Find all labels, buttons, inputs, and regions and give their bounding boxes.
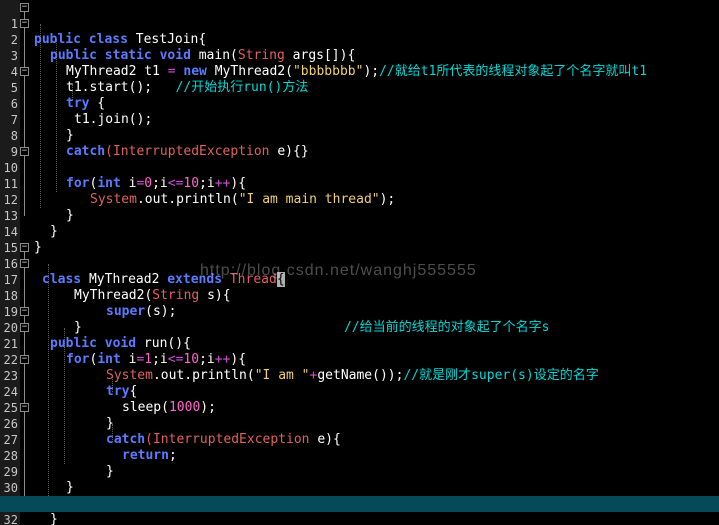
code-line[interactable]: 13 } bbox=[0, 192, 719, 239]
code-line[interactable]: 24 sleep(1000); bbox=[0, 368, 719, 415]
code-line[interactable]: 1 public class TestJoin{ bbox=[0, 0, 719, 47]
line-number: 32 bbox=[3, 513, 18, 525]
code-line[interactable]: 15 bbox=[0, 224, 719, 255]
code-line[interactable]: 19 } bbox=[0, 288, 719, 335]
code-line[interactable]: 5 try { bbox=[0, 64, 719, 111]
code-line[interactable]: 11 System.out.println("I am main thread"… bbox=[0, 160, 719, 207]
code-line[interactable]: 9 bbox=[0, 128, 719, 159]
code-line[interactable]: 8 catch(InterruptedException e){} bbox=[0, 112, 719, 159]
code-line[interactable]: 12 } bbox=[0, 176, 719, 223]
code-line[interactable]: 28 } bbox=[0, 432, 719, 479]
code-editor[interactable]: − − − − − − − − − − 1 public class TestJ… bbox=[0, 0, 719, 525]
code-line[interactable]: 30 bbox=[0, 464, 719, 495]
code-line[interactable]: 31 } bbox=[0, 480, 719, 525]
code-line[interactable]: 26 catch(InterruptedException e){ bbox=[0, 400, 719, 447]
current-code-line[interactable]: 32 } bbox=[0, 496, 719, 525]
code-line[interactable]: 3 MyThread2 t1 = new MyThread2("bbbbbbb"… bbox=[0, 32, 719, 79]
code-line[interactable]: 6 t1.join(); bbox=[0, 80, 719, 127]
code-text: } bbox=[50, 512, 58, 525]
code-line[interactable]: 22 System.out.println("I am "+getName())… bbox=[0, 336, 719, 383]
code-line[interactable]: 23 try{ bbox=[0, 352, 719, 399]
code-line[interactable]: 14 } bbox=[0, 208, 719, 255]
code-line[interactable]: 2 public static void main(String args[])… bbox=[0, 16, 719, 63]
code-line[interactable]: 27 return; bbox=[0, 416, 719, 463]
code-line[interactable]: 4 t1.start(); //开始执行run()方法 bbox=[0, 48, 719, 95]
code-line[interactable]: 21 for(int i=1;i<=10;i++){ bbox=[0, 320, 719, 367]
code-line[interactable]: 10 for(int i=0;i<=10;i++){ bbox=[0, 144, 719, 191]
code-line[interactable]: 7 } bbox=[0, 96, 719, 143]
code-line[interactable]: 20 public void run(){ bbox=[0, 304, 719, 351]
watermark: http://blog.csdn.net/wanghj555555 bbox=[200, 262, 477, 279]
code-line[interactable]: 16 class MyThread2 extends Thread{ bbox=[0, 240, 719, 287]
code-line[interactable]: 25 } bbox=[0, 384, 719, 431]
code-line[interactable]: 29 } bbox=[0, 448, 719, 495]
